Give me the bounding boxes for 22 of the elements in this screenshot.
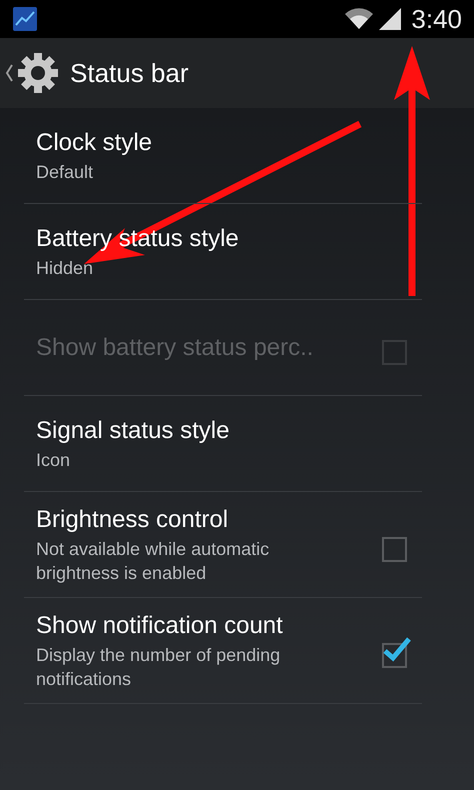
setting-summary: Icon bbox=[36, 448, 72, 472]
setting-summary: Not available while automatic brightness is enabled bbox=[36, 538, 270, 584]
setting-row[interactable]: Signal status style Icon bbox=[24, 396, 422, 492]
setting-title: Signal status style bbox=[36, 416, 230, 446]
setting-summary: Hidden bbox=[36, 256, 94, 280]
setting-row[interactable]: Show notification count Display the number of pending notifications bbox=[24, 598, 422, 704]
signal-icon bbox=[379, 8, 402, 30]
gear-icon bbox=[16, 51, 60, 95]
wifi-icon bbox=[345, 8, 374, 30]
setting-row[interactable]: Clock style Default bbox=[24, 108, 422, 204]
setting-title: Show notification count bbox=[36, 610, 284, 640]
setting-title: Show battery status perc.. bbox=[36, 332, 314, 362]
screen-title: Status bar bbox=[70, 56, 189, 90]
clock: 3:40 bbox=[411, 2, 462, 36]
setting-summary: Display the number of pending notifications bbox=[36, 644, 282, 690]
back-caret-icon bbox=[4, 63, 14, 83]
setting-title: Clock style bbox=[36, 128, 152, 158]
up-button[interactable] bbox=[4, 51, 60, 95]
setting-summary: Default bbox=[36, 160, 94, 184]
chart-app-icon bbox=[12, 6, 38, 32]
setting-title: Brightness control bbox=[36, 504, 230, 534]
setting-row[interactable]: Brightness control Not available while automatic brightness is enabled bbox=[24, 492, 422, 598]
